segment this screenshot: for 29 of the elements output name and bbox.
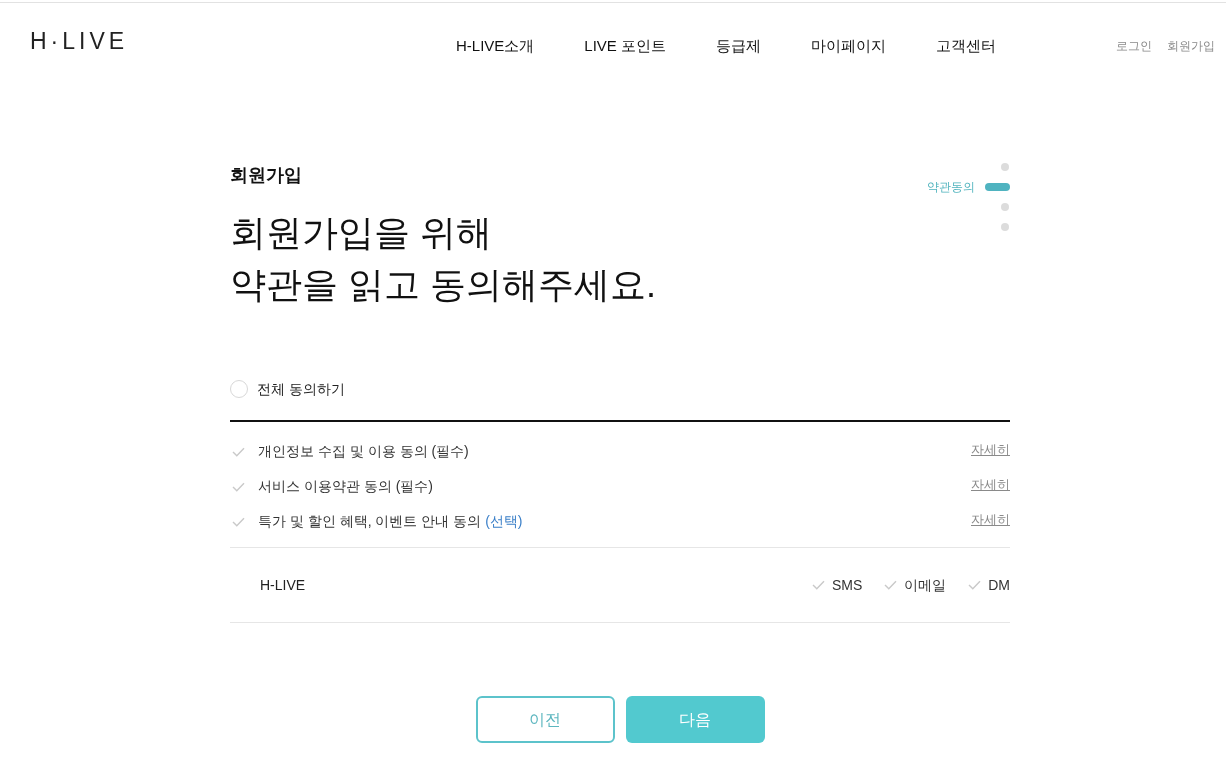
channel-label[interactable]: DM bbox=[988, 574, 1010, 596]
nav-link[interactable]: LIVE 포인트 bbox=[584, 34, 667, 58]
channel-label[interactable]: 이메일 bbox=[904, 574, 947, 596]
check-icon[interactable] bbox=[232, 481, 245, 492]
step-label: 약관동의 bbox=[927, 181, 975, 193]
section-title: 회원가입 bbox=[230, 164, 303, 187]
details-link[interactable]: 자세히 bbox=[971, 439, 1010, 460]
nav-link[interactable]: 등급제 bbox=[716, 34, 762, 58]
channel-label[interactable]: SMS bbox=[831, 574, 863, 596]
check-icon[interactable] bbox=[968, 580, 982, 590]
check-icon[interactable] bbox=[811, 580, 825, 590]
check-icon[interactable] bbox=[232, 516, 245, 527]
term-label: 서비스 이용약관 동의 (필수) bbox=[258, 477, 433, 496]
term-label: 특가 및 할인 혜택, 이벤트 안내 동의 (선택) bbox=[258, 512, 523, 531]
nav-link[interactable]: 고객센터 bbox=[936, 34, 997, 58]
details-link[interactable]: 자세히 bbox=[971, 509, 1010, 530]
check-icon[interactable] bbox=[884, 580, 898, 590]
logo[interactable]: H·LIVE bbox=[30, 23, 129, 59]
header-link[interactable]: 회원가입 bbox=[1167, 37, 1215, 55]
nav-link[interactable]: 마이페이지 bbox=[811, 34, 887, 58]
headline: 회원가입을 위해 약관을 읽고 동의해주세요. bbox=[230, 211, 656, 307]
brand-label: H-LIVE bbox=[260, 575, 306, 595]
nav-link[interactable]: H-LIVE소개 bbox=[456, 34, 535, 58]
term-label: 개인정보 수집 및 이용 동의 (필수) bbox=[258, 442, 469, 461]
check-icon[interactable] bbox=[232, 446, 245, 457]
header-link[interactable]: 로그인 bbox=[1116, 37, 1152, 55]
circle-checkbox[interactable] bbox=[230, 380, 248, 398]
agree-all-label[interactable]: 전체 동의하기 bbox=[257, 378, 345, 400]
details-link[interactable]: 자세히 bbox=[971, 474, 1010, 495]
